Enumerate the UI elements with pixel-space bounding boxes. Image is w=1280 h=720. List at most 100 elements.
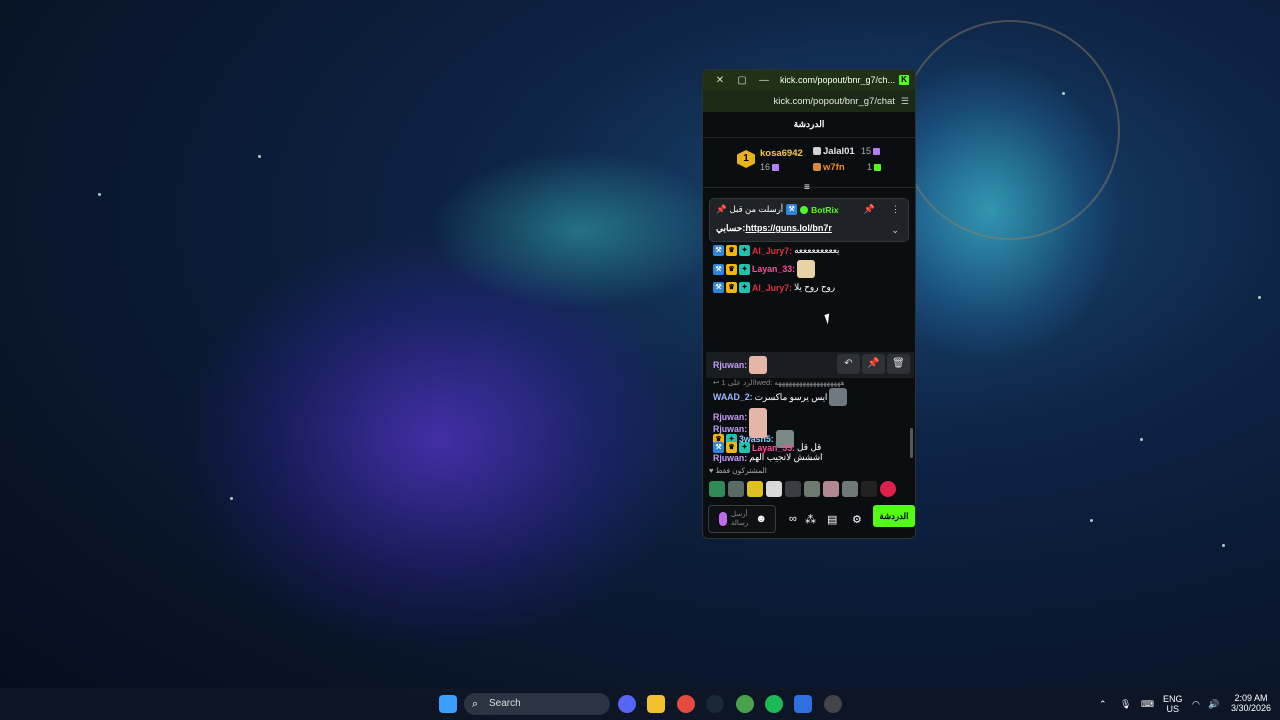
emote-button[interactable] [766, 481, 782, 497]
kicks-icon[interactable]: ∞ [789, 513, 797, 525]
chat-scrollbar[interactable] [910, 428, 913, 458]
windows-start-icon[interactable] [439, 695, 457, 713]
pinned-prefix: حسابي: [716, 223, 746, 233]
subscriber-badge-icon: ✦ [739, 282, 750, 293]
emote-button[interactable] [728, 481, 744, 497]
gift-icon [874, 164, 882, 172]
reply-context[interactable]: ↩ الرد على 1lwed: هههههههههههههههههههه [713, 378, 845, 387]
chrome-active-icon[interactable] [736, 695, 754, 713]
file-explorer-icon[interactable] [647, 695, 665, 713]
leaderboard-second-name[interactable]: Jalal01 [813, 146, 855, 157]
emote-image [749, 420, 768, 438]
kick-chat-popout-window: ✕ ▢ — kick.com/popout/bnr_g7/ch... K kic… [702, 69, 916, 539]
chat-input-bar: أرسل رسالة ☻ ∞ ⁂ ▤ ⚙ الدردشة [703, 503, 915, 538]
search-icon: ⌕ [472, 698, 479, 710]
star [258, 155, 261, 158]
chat-send-button[interactable]: الدردشة [873, 505, 915, 527]
message-username[interactable]: Layan_33: [752, 264, 795, 274]
subscriber-badge-icon: ✦ [739, 263, 750, 275]
message-username[interactable]: Al_Jury7: [752, 283, 792, 293]
gear-icon[interactable]: ⚙ [852, 513, 862, 526]
message-username[interactable]: Al_Jury7: [752, 246, 792, 256]
app-icon[interactable] [794, 695, 812, 713]
chat-header: الدردشة [703, 112, 915, 138]
star [1258, 296, 1261, 299]
message-text: روح روح يلا [794, 282, 836, 292]
star [1222, 544, 1225, 547]
message-username[interactable]: Rjuwan: [713, 424, 747, 434]
subscriber-badge-icon: ✦ [739, 245, 750, 256]
close-icon[interactable]: ✕ [709, 75, 731, 86]
leaderboard-third-name[interactable]: w7fn [813, 162, 845, 173]
send-message-input[interactable]: أرسل رسالة ☻ [708, 505, 776, 533]
reply-icon[interactable]: ↶ [837, 354, 860, 374]
leaderboard-first-count: 16 [760, 162, 780, 172]
message-username[interactable]: Rjuwan: [713, 453, 747, 463]
gift-icon [772, 164, 780, 172]
site-settings-icon[interactable]: ☰ [901, 96, 909, 107]
chat-message: ⚒ ♛ ✦ Layan_33: قل قل [713, 442, 821, 453]
moderator-badge-icon: ⚒ [786, 204, 798, 215]
url-text: kick.com/popout/bnr_g7/chat [773, 95, 895, 107]
star [98, 193, 101, 196]
pinned-message[interactable]: 📌 أرسلت من قبل ⚒ BotRix حسابي:https://gu… [709, 198, 909, 242]
emote-button[interactable] [861, 481, 877, 497]
emote-button[interactable] [804, 481, 820, 497]
gift-emotes-icon[interactable]: ⁂ [805, 513, 816, 526]
spotify-icon[interactable] [765, 695, 783, 713]
wifi-icon[interactable]: ◠ [1192, 699, 1200, 709]
subscriber-badge-icon: ✦ [739, 442, 750, 453]
chat-message: WAAD_2: ايس يرسو ماكسرت [713, 388, 848, 406]
clock[interactable]: 2:09 AM 3/30/2026 [1226, 693, 1276, 713]
emote-button[interactable] [747, 481, 763, 497]
message-username[interactable]: Layan_33: [752, 443, 795, 453]
pinned-username[interactable]: BotRix [811, 205, 838, 215]
emote-button[interactable] [880, 481, 896, 497]
emote-image [797, 260, 816, 278]
taskbar-search[interactable]: ⌕ Search [464, 693, 610, 715]
obs-icon[interactable] [824, 695, 842, 713]
address-bar[interactable]: kick.com/popout/bnr_g7/chat ☰ [703, 90, 915, 112]
chevron-down-icon[interactable]: ⌄ [891, 225, 899, 236]
first-place-medal-icon: 1 [737, 150, 755, 168]
chrome-icon[interactable] [677, 695, 695, 713]
emote-image [829, 388, 848, 406]
unpin-icon[interactable]: 📌 [864, 204, 875, 215]
steam-icon[interactable] [706, 695, 724, 713]
microphone-icon[interactable] [719, 512, 727, 526]
store-icon[interactable]: ▤ [827, 513, 837, 526]
chevron-up-icon[interactable]: ⌃ [1099, 699, 1107, 709]
microphone-tray-icon[interactable]: 🎙 [1120, 699, 1131, 709]
pin-icon: 📌 [716, 204, 727, 214]
message-text: اششش لاتجيب الهم [749, 452, 823, 462]
pinned-link[interactable]: https://guns.lol/bn7r [745, 223, 832, 233]
chat-title: الدردشة [793, 119, 825, 129]
leaderboard-first-name[interactable]: kosa6942 [760, 148, 803, 159]
desktop-wallpaper [0, 0, 1280, 720]
crown-badge-icon: ♛ [726, 245, 737, 256]
maximize-icon[interactable]: ▢ [731, 75, 753, 86]
leaderboard-third-count: 1 [867, 162, 882, 172]
emote-button[interactable] [823, 481, 839, 497]
volume-icon[interactable]: 🔊 [1208, 699, 1219, 709]
more-options-icon[interactable]: ⋮ [891, 204, 900, 215]
crown-badge-icon: ♛ [726, 442, 737, 453]
moderator-badge-icon: ⚒ [713, 245, 724, 256]
pin-message-icon[interactable]: 📌 [862, 354, 885, 374]
emote-button[interactable] [785, 481, 801, 497]
filter-icon[interactable]: ≡ [804, 182, 810, 193]
star [1140, 438, 1143, 441]
emoji-picker-icon[interactable]: ☻ [755, 513, 767, 525]
minimize-icon[interactable]: — [753, 75, 775, 86]
language-indicator[interactable]: ENG US [1163, 694, 1183, 714]
reply-arrow-icon: ↩ [713, 378, 720, 387]
emote-button[interactable] [842, 481, 858, 497]
keyboard-icon[interactable]: ⌨ [1141, 699, 1154, 709]
message-username[interactable]: WAAD_2: [713, 392, 753, 402]
chat-message: Rjuwan: اششش لاتجيب الهم [713, 452, 822, 463]
discord-icon[interactable] [618, 695, 636, 713]
delete-icon[interactable]: 🗑 [887, 354, 910, 374]
message-username[interactable]: Rjuwan: [713, 360, 747, 370]
message-text: يعععععععععه [794, 245, 840, 255]
emote-button[interactable] [709, 481, 725, 497]
